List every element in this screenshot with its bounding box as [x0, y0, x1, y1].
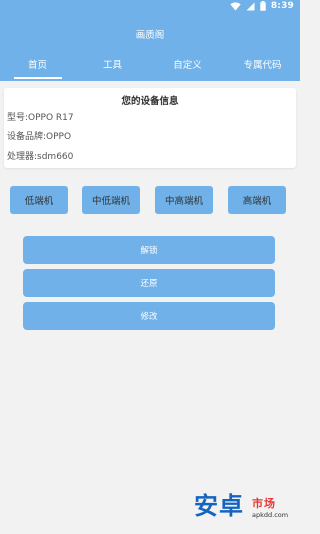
- device-info-card: 您的设备信息 型号:OPPO R17 设备品牌:OPPO 处理器:sdm660: [4, 88, 296, 168]
- app-header: 画质阁: [0, 14, 300, 51]
- restore-button[interactable]: 还原: [23, 269, 275, 297]
- device-brand: 设备品牌:OPPO: [7, 132, 72, 142]
- tab-tools[interactable]: 工具: [75, 51, 150, 81]
- modify-button[interactable]: 修改: [23, 302, 275, 330]
- low-end-button[interactable]: 低端机: [10, 186, 68, 214]
- signal-icon: [246, 2, 255, 11]
- app-title: 画质阁: [135, 30, 165, 41]
- tab-custom[interactable]: 自定义: [150, 51, 225, 81]
- status-icons: 8:39: [230, 1, 294, 11]
- battery-icon: [260, 1, 266, 11]
- watermark-url: apkdd.com: [252, 511, 289, 519]
- high-end-button[interactable]: 高端机: [228, 186, 286, 214]
- device-model: 型号:OPPO R17: [7, 113, 74, 123]
- mid-low-end-button[interactable]: 中低端机: [82, 186, 140, 214]
- mid-high-end-button[interactable]: 中高端机: [155, 186, 213, 214]
- tab-exclusive-code[interactable]: 专属代码: [225, 51, 300, 81]
- tab-bar: 首页 工具 自定义 专属代码: [0, 51, 300, 81]
- watermark-market-text: 市场: [252, 497, 276, 510]
- device-info-title: 您的设备信息: [121, 96, 179, 107]
- status-bar: 8:39: [0, 0, 300, 14]
- watermark-main-text: 安卓: [194, 492, 244, 520]
- watermark-logo: 安卓 市场 apkdd.com: [194, 492, 294, 526]
- tab-home[interactable]: 首页: [0, 51, 75, 81]
- device-processor: 处理器:sdm660: [7, 152, 74, 162]
- wifi-icon: [230, 1, 241, 11]
- status-time: 8:39: [270, 1, 294, 11]
- unlock-button[interactable]: 解锁: [23, 236, 275, 264]
